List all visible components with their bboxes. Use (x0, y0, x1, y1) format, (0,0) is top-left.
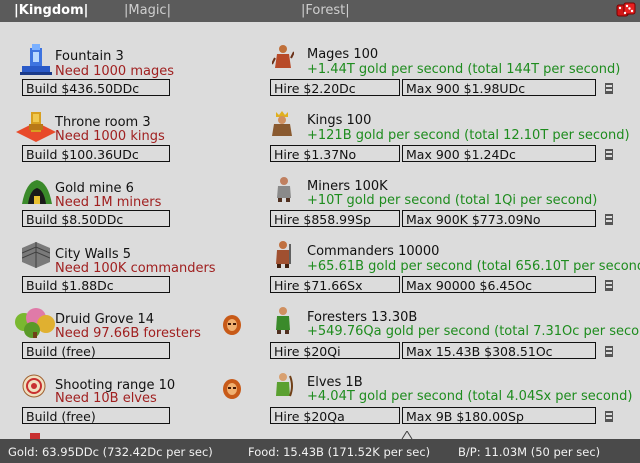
tower-icon[interactable] (603, 410, 615, 423)
unit-income: +1.44T gold per second (total 144T per s… (307, 62, 621, 77)
hire-max-button[interactable]: Max 15.43B $308.51Oc (402, 342, 596, 359)
forester-icon (276, 307, 290, 334)
hire-max-button[interactable]: Max 900 $1.24Dc (402, 145, 596, 162)
food-status: Food: 15.43B (171.52K per sec) (248, 445, 431, 459)
building-name: Fountain 3 (55, 49, 124, 64)
building-name: Throne room 3 (55, 115, 151, 130)
tower-icon[interactable] (603, 82, 615, 95)
tower-icon[interactable] (603, 213, 615, 226)
bp-status: B/P: 11.03M (50 per sec) (458, 445, 601, 459)
unit-name: Miners 100K (307, 179, 388, 194)
hire-button[interactable]: Hire $71.66Sx (270, 276, 400, 293)
build-button[interactable]: Build (free) (22, 407, 170, 424)
unit-name: Elves 1B (307, 375, 363, 390)
miner-icon (277, 177, 291, 202)
building-requirement: Need 1000 kings (55, 129, 165, 144)
top-tab-bar: |Kingdom| |Magic| |Forest| (0, 0, 640, 22)
hire-max-button[interactable]: Max 9B $180.00Sp (402, 407, 596, 424)
build-button[interactable]: Build $1.88Dc (22, 276, 170, 293)
tower-icon[interactable] (603, 148, 615, 161)
unit-income: +121B gold per second (total 12.10T per … (307, 128, 630, 143)
throne-icon (16, 112, 56, 142)
tab-kingdom[interactable]: |Kingdom| (14, 3, 88, 18)
hire-button[interactable]: Hire $20Qi (270, 342, 400, 359)
hire-button[interactable]: Hire $20Qa (270, 407, 400, 424)
grove-icon (15, 308, 55, 338)
unit-income: +65.61B gold per second (total 656.10T p… (307, 259, 640, 274)
unit-name: Kings 100 (307, 113, 372, 128)
building-requirement: Need 1000 mages (55, 64, 174, 79)
build-button[interactable]: Build $436.50DDc (22, 79, 170, 96)
mage-icon (272, 45, 294, 68)
build-button[interactable]: Build $8.50DDc (22, 210, 170, 227)
wall-icon (22, 242, 50, 268)
dice-icon[interactable] (616, 2, 636, 20)
unit-name: Foresters 13.30B (307, 310, 418, 325)
tab-forest[interactable]: |Forest| (301, 3, 350, 18)
tower-icon[interactable] (603, 279, 615, 292)
hire-button[interactable]: Hire $858.99Sp (270, 210, 400, 227)
hire-max-button[interactable]: Max 900 $1.98UDc (402, 79, 596, 96)
building-requirement: Need 1M miners (55, 195, 162, 210)
build-button[interactable]: Build (free) (22, 342, 170, 359)
hire-max-button[interactable]: Max 90000 $6.45Oc (402, 276, 596, 293)
hire-max-button[interactable]: Max 900K $773.09No (402, 210, 596, 227)
build-button[interactable]: Build $100.36UDc (22, 145, 170, 162)
face-icon[interactable] (222, 314, 242, 336)
building-name: City Walls 5 (55, 247, 132, 262)
fountain-icon (20, 44, 52, 75)
unit-name: Commanders 10000 (307, 244, 440, 259)
partial-unit-icon (401, 431, 413, 439)
tower-icon[interactable] (603, 345, 615, 358)
building-name: Gold mine 6 (55, 181, 134, 196)
face-icon[interactable] (222, 378, 242, 400)
commander-icon (276, 241, 291, 268)
unit-income: +4.04T gold per second (total 4.04Sx per… (307, 389, 633, 404)
hire-button[interactable]: Hire $1.37No (270, 145, 400, 162)
unit-income: +10T gold per second (total 1Qi per seco… (307, 193, 598, 208)
tab-magic[interactable]: |Magic| (124, 3, 171, 18)
kingdom-panel: Fountain 3 Need 1000 mages Build $436.50… (0, 22, 640, 439)
gold-mine-icon (22, 180, 52, 204)
building-requirement: Need 97.66B foresters (55, 326, 201, 341)
hire-button[interactable]: Hire $2.20Dc (270, 79, 400, 96)
status-bar: Gold: 63.95DDc (732.42Dc per sec) Food: … (0, 439, 640, 463)
target-icon (22, 374, 46, 398)
building-requirement: Need 100K commanders (55, 261, 216, 276)
building-requirement: Need 10B elves (55, 391, 157, 406)
unit-name: Mages 100 (307, 47, 379, 62)
king-icon (272, 111, 292, 136)
gold-status: Gold: 63.95DDc (732.42Dc per sec) (8, 445, 213, 459)
elf-icon (276, 373, 293, 397)
unit-income: +549.76Qa gold per second (total 7.31Oc … (307, 324, 640, 339)
building-name: Druid Grove 14 (55, 312, 155, 327)
